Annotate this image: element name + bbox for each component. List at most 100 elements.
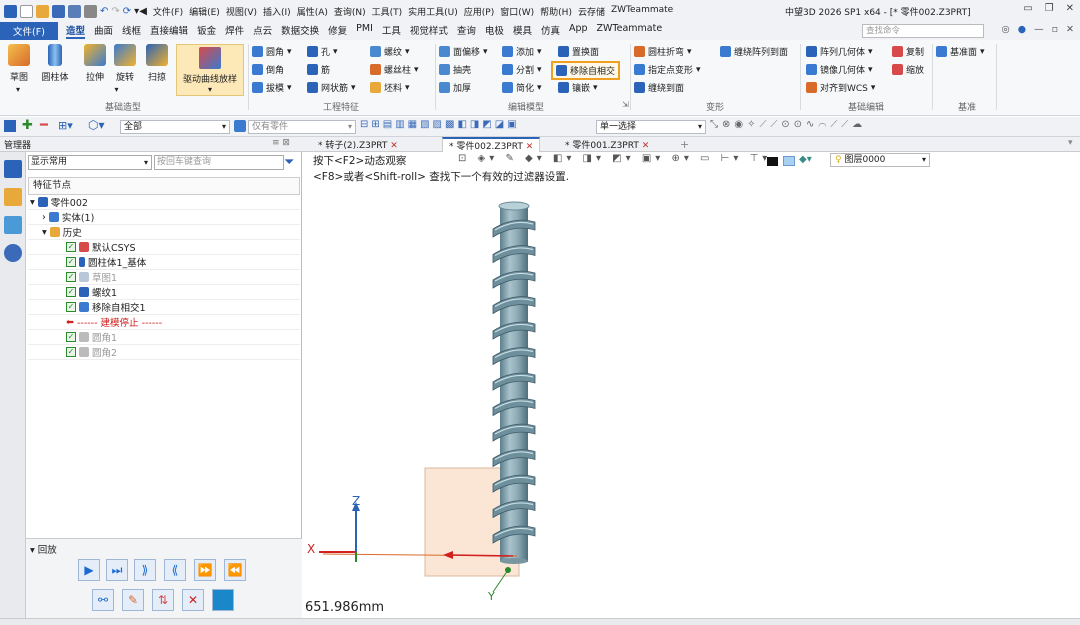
dialog-launcher-icon[interactable]: ⇲ [622, 100, 629, 109]
mirror-geometry-button[interactable]: 镜像几何体 ▾ [806, 63, 873, 76]
tab-electrode[interactable]: 电极 [485, 23, 504, 39]
menu-edit[interactable]: 编辑(E) [189, 5, 220, 18]
shell-button[interactable]: 抽壳 [439, 63, 471, 76]
visibility-checkbox[interactable]: ✓ [66, 272, 76, 282]
step-forward-icon[interactable]: ⏭ [106, 559, 128, 581]
play-next-icon[interactable]: ⟫ [134, 559, 156, 581]
cylinder-button[interactable]: 圆柱体 [42, 44, 69, 83]
select-tool-icon[interactable] [4, 120, 16, 132]
tree-item-fillet1[interactable]: ✓ 圆角1 [28, 330, 300, 345]
rewind-icon[interactable]: ⏪ [224, 559, 246, 581]
menu-teammate[interactable]: ZWTeammate [611, 5, 673, 18]
tree-node-history[interactable]: ▾ 历史 [28, 225, 300, 240]
visibility-checkbox[interactable]: ✓ [66, 257, 76, 267]
history-manager-icon[interactable] [4, 160, 22, 178]
doc-tab-part001[interactable]: * 零件001.Z3PRT ✕ [565, 138, 649, 151]
quick-dropdown-icon[interactable]: ▾◀ [134, 6, 147, 17]
ribbon-minimize-icon[interactable]: — [1034, 24, 1044, 35]
drive-dropdown-icon[interactable]: ▾ [208, 85, 212, 94]
3d-viewport[interactable]: 按下<F2>动态观察 <F8>或者<Shift-roll> 查找下一个有效的过滤… [303, 152, 1080, 618]
tab-modeling[interactable]: 造型 [66, 23, 86, 39]
hole-button[interactable]: 孔 ▾ [307, 45, 338, 58]
open-folder-icon[interactable] [36, 4, 49, 18]
command-search-input[interactable]: 查找命令 [862, 24, 984, 38]
tree-item-sketch[interactable]: ✓ 草图1 [28, 270, 300, 285]
tab-app[interactable]: App [569, 23, 588, 39]
tab-menu-icon[interactable]: ▾ [1068, 138, 1073, 148]
snap-tool-icons[interactable]: ⤡⊗◉✧⟋⟋⊙⊙∿⌒⟋⟋☁ [710, 119, 866, 130]
tree-item-csys[interactable]: ✓ 默认CSYS [28, 240, 300, 255]
tab-weldment[interactable]: 焊件 [225, 23, 244, 39]
drive-curve-loft-button[interactable]: 驱动曲线放样 ▾ [176, 44, 244, 96]
edit-icon[interactable]: ✎ [122, 589, 144, 611]
visibility-checkbox[interactable]: ✓ [66, 302, 76, 312]
shape-icon[interactable]: ⬡▾ [88, 118, 105, 132]
menu-window[interactable]: 窗口(W) [500, 5, 534, 18]
ribbon-restore-icon[interactable]: ▫ [1052, 24, 1058, 35]
parts-select[interactable]: 仅有零件 ▾ [248, 120, 356, 134]
selection-mode-select[interactable]: 单一选择 ▾ [596, 120, 706, 134]
face-offset-button[interactable]: 面偏移 ▾ [439, 45, 488, 58]
thread-button[interactable]: 螺纹 ▾ [370, 45, 410, 58]
view-manager-icon[interactable] [4, 216, 22, 234]
tree-search-input[interactable]: 按回车键查询 [154, 155, 284, 170]
tree-item-fillet2[interactable]: ✓ 圆角2 [28, 345, 300, 360]
minimize-icon[interactable]: ▭ [1023, 3, 1032, 14]
add-icon[interactable]: ✚ [22, 118, 33, 133]
save-icon[interactable] [52, 4, 65, 18]
settings-icon[interactable]: ◎ [1001, 24, 1009, 35]
assembly-icon[interactable] [4, 188, 22, 206]
tab-zwteammate[interactable]: ZWTeammate [597, 23, 663, 39]
tab-wireframe[interactable]: 线框 [122, 23, 141, 39]
screw-boss-button[interactable]: 螺丝柱 ▾ [370, 63, 419, 76]
menu-utilities[interactable]: 实用工具(U) [408, 5, 458, 18]
fast-forward-icon[interactable]: ⏩ [194, 559, 216, 581]
tab-simulation[interactable]: 仿真 [541, 23, 560, 39]
help-icon[interactable]: ● [1018, 24, 1026, 35]
tab-pmi[interactable]: PMI [356, 23, 373, 39]
tree-node-solid[interactable]: › 实体(1) [28, 210, 300, 225]
filter-select[interactable]: 全部 ▾ [120, 120, 230, 134]
copy-button[interactable]: 复制 [892, 45, 924, 58]
menu-insert[interactable]: 插入(I) [263, 5, 291, 18]
stop-icon[interactable] [212, 589, 234, 611]
box-select-icon[interactable]: ⊞▾ [58, 119, 73, 132]
menu-apps[interactable]: 应用(P) [464, 5, 494, 18]
new-file-icon[interactable] [20, 4, 33, 18]
link-icon[interactable]: ⚯ [92, 589, 114, 611]
doc-tab-part002[interactable]: * 零件002.Z3PRT ✕ [442, 137, 541, 152]
play-all-icon[interactable]: ⟪ [164, 559, 186, 581]
tree-item-thread[interactable]: ✓ 螺纹1 [28, 285, 300, 300]
point-deform-button[interactable]: 指定点变形 ▾ [634, 63, 701, 76]
sketch-button[interactable]: 草图 [6, 44, 32, 83]
tab-query[interactable]: 查询 [457, 23, 476, 39]
minus-icon[interactable]: ━ [40, 118, 48, 133]
datum-plane-button[interactable]: 基准面 ▾ [936, 45, 985, 58]
chamfer-button[interactable]: 倒角 [252, 63, 284, 76]
extrude-button[interactable]: 拉伸 [82, 44, 108, 83]
visibility-checkbox[interactable]: ✓ [66, 332, 76, 342]
tab-visual-style[interactable]: 视觉样式 [410, 23, 448, 39]
tab-close-icon[interactable]: ✕ [642, 141, 650, 151]
cylinder-bend-button[interactable]: 圆柱折弯 ▾ [634, 45, 692, 58]
wrap-to-face-button[interactable]: 缠绕到面 [634, 81, 684, 94]
tree-item-remove-self-intersect[interactable]: ✓ 移除自相交1 [28, 300, 300, 315]
remove-self-intersect-button[interactable]: 移除自相交 [551, 61, 621, 80]
lattice-rib-button[interactable]: 网状筋 ▾ [307, 81, 356, 94]
tree-node-root[interactable]: ▾ 零件002 [28, 195, 300, 210]
draft-button[interactable]: 拔模 ▾ [252, 81, 292, 94]
tree-rollback-marker[interactable]: ⬅ ------ 建模停止 ------ [28, 315, 300, 330]
replace-face-button[interactable]: 置换面 [558, 45, 599, 58]
ribbon-close-icon[interactable]: ✕ [1066, 24, 1074, 35]
split-button[interactable]: 分割 ▾ [502, 63, 542, 76]
doc-tab-rotor[interactable]: * 转子(2).Z3PRT ✕ [318, 138, 398, 151]
save-all-icon[interactable] [68, 4, 81, 18]
restore-icon[interactable]: ❐ [1045, 3, 1054, 14]
tab-direct-edit[interactable]: 直接编辑 [150, 23, 188, 39]
manager-pin-icon[interactable]: ≡ ⊠ [272, 138, 290, 148]
tab-sheet-metal[interactable]: 钣金 [197, 23, 216, 39]
close-icon[interactable]: ✕ [1066, 3, 1074, 14]
menu-file[interactable]: 文件(F) [153, 5, 183, 18]
visibility-checkbox[interactable]: ✓ [66, 347, 76, 357]
stock-button[interactable]: 坯料 ▾ [370, 81, 410, 94]
